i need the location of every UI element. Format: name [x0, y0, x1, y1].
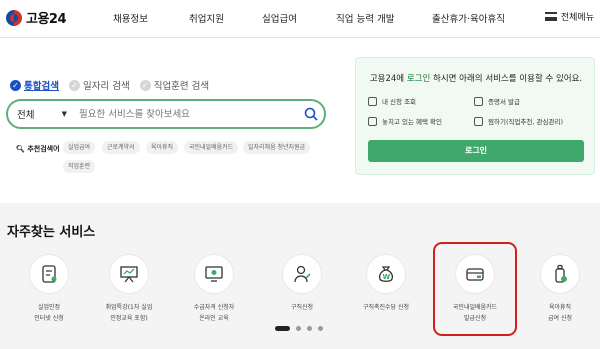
caret-down-icon: ▼: [61, 110, 67, 118]
service-employment-lecture[interactable]: 취업특강(1차 실업 인정교육 포함): [89, 254, 169, 324]
gift-icon: [368, 116, 377, 126]
pagination-dot-active[interactable]: [275, 326, 290, 331]
service-parental-leave-benefit[interactable]: 육아휴직 급여 신청: [520, 254, 600, 324]
nav-item-unemployment-benefit[interactable]: 실업급여: [262, 11, 297, 25]
monitor-icon: [194, 254, 234, 294]
nav-item-vocational-training[interactable]: 직업 능력 개발: [336, 11, 394, 25]
keyword-chip[interactable]: 직업훈련: [63, 160, 96, 173]
svg-text:W: W: [383, 273, 391, 281]
benefit-label: 찜하기(직업추천, 관심관리): [488, 118, 563, 126]
service-online-education[interactable]: 수급자격 신청자 온라인 교육: [174, 254, 254, 324]
tab-label: 일자리 검색: [82, 81, 130, 92]
service-label: 구직촉진수당 신청: [362, 304, 410, 311]
search-input[interactable]: [73, 108, 298, 120]
benefit-label: 놓치고 있는 혜택 확인: [382, 118, 443, 126]
service-job-application[interactable]: 구직신청: [262, 254, 342, 313]
keyword-chip[interactable]: 일자리채움 청년지원금: [243, 141, 311, 154]
login-benefit-item: 찜하기(직업추천, 관심관리): [474, 116, 563, 126]
search-button[interactable]: [298, 101, 324, 127]
pagination-dot[interactable]: [307, 326, 312, 331]
hamburger-icon: [544, 12, 557, 21]
service-unemployment-recognition[interactable]: 실업인정 인터넷 신청: [9, 254, 89, 324]
logo-text: 고용24: [26, 12, 67, 27]
search-tabs: ✓ 통합검색 ✓ 일자리 검색 ✓ 직업훈련 검색: [10, 78, 209, 92]
nav-item-jobs[interactable]: 채용정보: [113, 11, 148, 25]
login-benefit-item: 증명서 발급: [474, 96, 520, 106]
keyword-chip[interactable]: 근로계약서: [102, 141, 140, 154]
tab-training-search[interactable]: ✓ 직업훈련 검색: [139, 78, 210, 92]
keywords-label-text: 추천검색어: [27, 145, 60, 153]
section-title: 자주찾는 서비스: [7, 225, 96, 240]
nav-item-maternity-leave[interactable]: 출산휴가·육아휴직: [432, 11, 505, 25]
service-label: 실업인정 인터넷 신청: [34, 304, 64, 322]
recommended-keywords-label: 🔍︎ 추천검색어: [16, 144, 60, 154]
check-icon: ✓: [10, 79, 21, 91]
search-bar: 전체 ▼: [6, 99, 326, 129]
baby-bottle-icon: [540, 254, 580, 294]
document-icon: [29, 254, 69, 294]
login-button[interactable]: 로그인: [368, 140, 584, 162]
all-menu-label: 전체메뉴: [560, 13, 594, 23]
service-label: 취업특강(1차 실업 인정교육 포함): [105, 304, 153, 322]
pagination-dot[interactable]: [318, 326, 323, 331]
service-label: 육아휴직 급여 신청: [548, 304, 572, 322]
service-job-seeking-allowance[interactable]: W 구직촉진수당 신청: [346, 254, 426, 313]
check-icon: ✓: [68, 79, 80, 91]
login-msg-prefix: 고용24에: [369, 74, 407, 84]
search-scope-select[interactable]: 전체 ▼: [8, 107, 73, 121]
benefit-label: 내 신청 조회: [382, 98, 417, 106]
tab-job-search[interactable]: ✓ 일자리 검색: [68, 78, 130, 92]
login-benefit-item: 놓치고 있는 혜택 확인: [368, 116, 442, 126]
search-scope-value: 전체: [17, 110, 35, 121]
nav-item-employment-support[interactable]: 취업지원: [189, 11, 224, 25]
search-small-icon: 🔍︎: [16, 145, 25, 153]
site-header: 고용24 채용정보 취업지원 실업급여 직업 능력 개발 출산휴가·육아휴직 전…: [0, 0, 600, 38]
keyword-chip[interactable]: 육아휴직: [146, 141, 179, 154]
login-link[interactable]: 로그인: [407, 74, 430, 84]
login-msg-suffix: 하시면 아래의 서비스를 이용할 수 있어요.: [430, 74, 583, 84]
presentation-icon: [109, 254, 149, 294]
tab-label: 직업훈련 검색: [153, 81, 210, 92]
service-label: 구직신청: [290, 304, 314, 311]
money-bag-icon: W: [366, 254, 406, 294]
highlight-box: [433, 242, 517, 336]
person-icon: [282, 254, 322, 294]
certificate-icon: [474, 96, 483, 106]
check-icon: ✓: [139, 79, 151, 91]
service-label: 수급자격 신청자 온라인 교육: [193, 304, 235, 322]
login-message: 고용24에 로그인 하시면 아래의 서비스를 이용할 수 있어요.: [356, 72, 596, 84]
tab-label: 통합검색: [24, 81, 59, 92]
search-icon: [304, 107, 318, 121]
keyword-chip[interactable]: 국민내일배움카드: [184, 141, 239, 154]
taegeuk-logo-icon: [6, 9, 22, 26]
site-logo[interactable]: 고용24: [6, 8, 67, 27]
carousel-pagination: [275, 326, 323, 331]
benefit-label: 증명서 발급: [488, 98, 520, 106]
tab-integrated-search[interactable]: ✓ 통합검색: [10, 78, 59, 92]
login-benefit-item: 내 신청 조회: [368, 96, 416, 106]
all-menu-button[interactable]: 전체메뉴: [544, 10, 594, 23]
login-panel: 고용24에 로그인 하시면 아래의 서비스를 이용할 수 있어요. 내 신청 조…: [355, 57, 595, 175]
keyword-chip[interactable]: 실업급여: [63, 141, 96, 154]
list-icon: [368, 96, 377, 106]
pagination-dot[interactable]: [296, 326, 301, 331]
bookmark-icon: [474, 116, 483, 126]
